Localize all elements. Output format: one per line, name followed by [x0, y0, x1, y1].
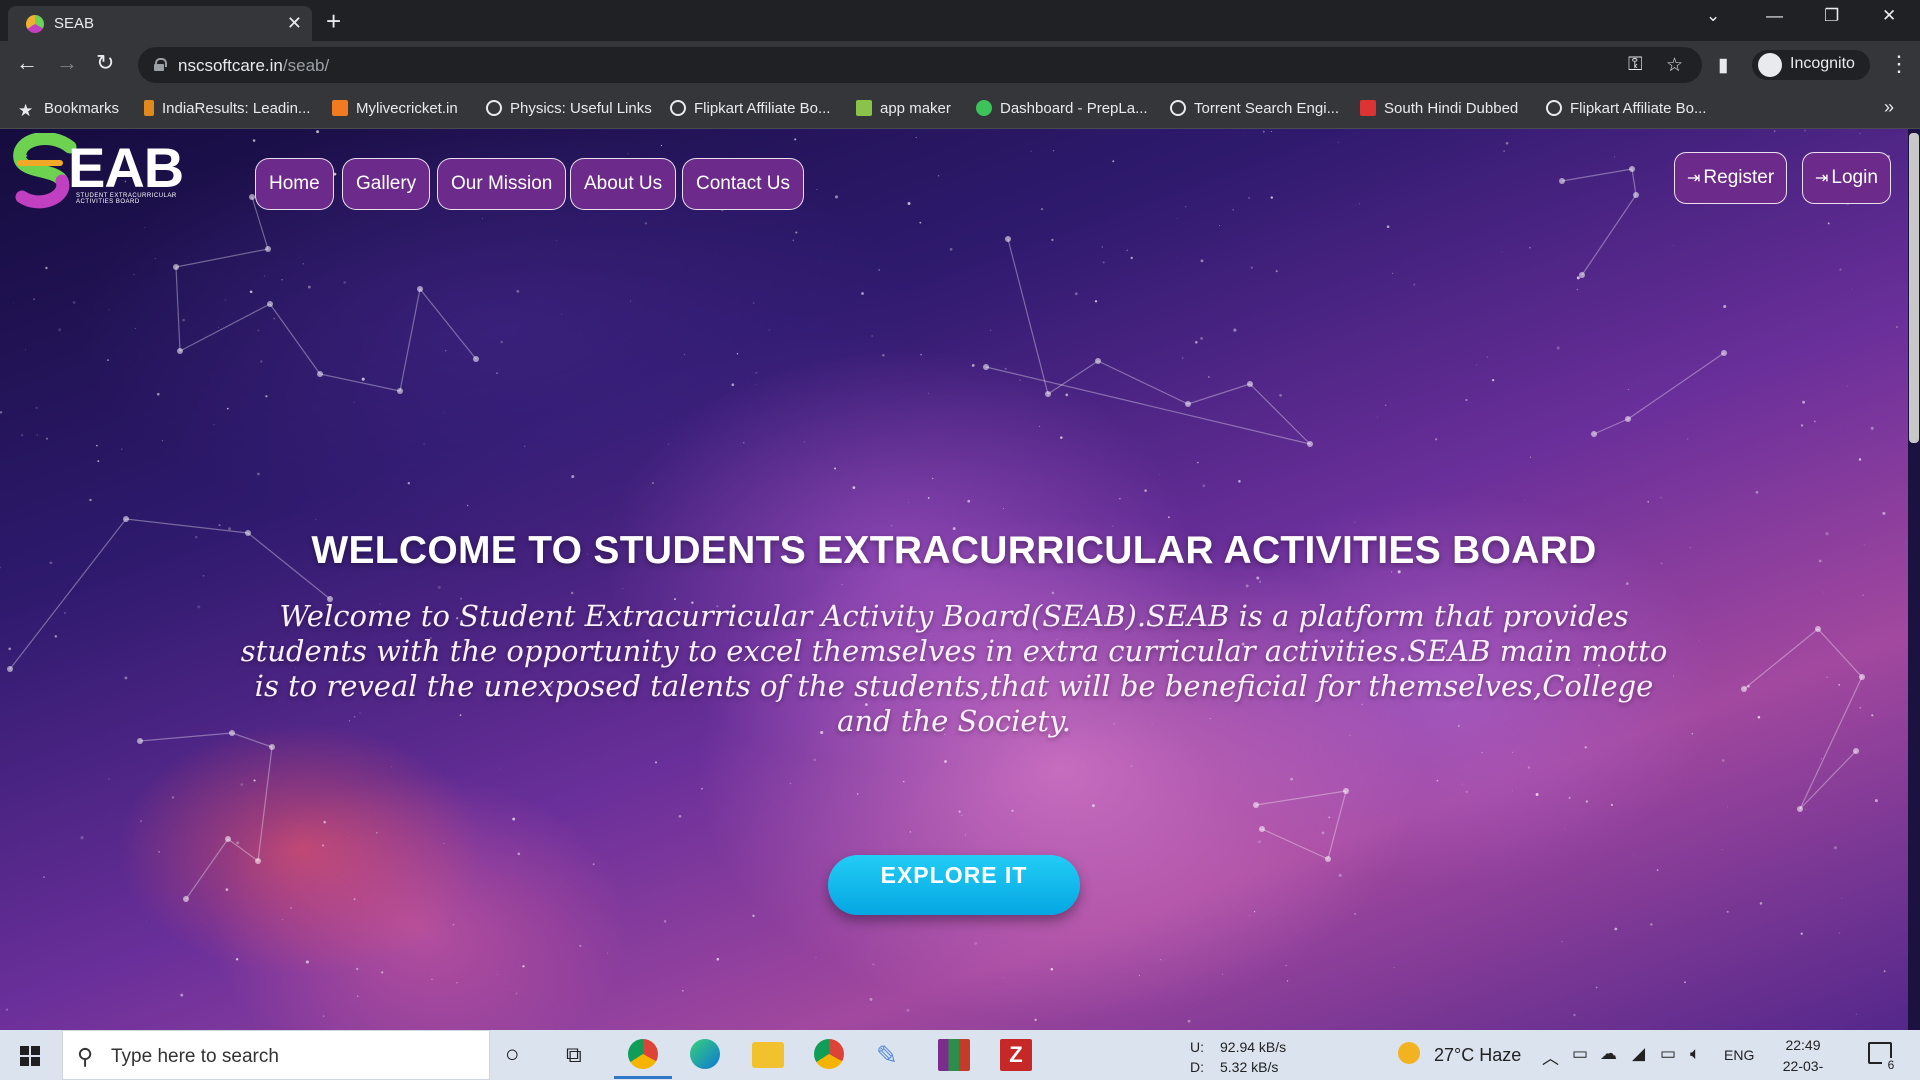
browser-tab[interactable]: SEAB ✕ [8, 6, 312, 41]
winrar-icon[interactable] [938, 1039, 970, 1071]
notification-count-badge: 6 [1882, 1058, 1900, 1074]
search-icon: ⚲ [77, 1044, 94, 1069]
battery-icon[interactable]: ▭ [1660, 1044, 1676, 1064]
seab-favicon-icon [26, 15, 44, 33]
back-icon[interactable]: ← [16, 51, 38, 75]
hero-title: WELCOME TO STUDENTS EXTRACURRICULAR ACTI… [311, 529, 1597, 572]
upload-speed: 92.94 kB/s [1220, 1039, 1287, 1055]
network-speed-meter: U: 92.94 kB/s D: 5.32 kB/s [1190, 1037, 1286, 1077]
register-label: Register [1703, 167, 1775, 188]
mylivecricket-icon [332, 100, 348, 116]
scrollbar-thumb[interactable] [1909, 133, 1919, 443]
sign-in-icon: ⇥ [1815, 170, 1829, 187]
login-button[interactable]: ⇥ Login [1802, 152, 1891, 204]
incognito-icon [1758, 53, 1782, 77]
paint-icon[interactable]: ✎ [876, 1039, 908, 1071]
indiaresults-icon [144, 100, 154, 116]
bookmarks-bar: ★ Bookmarks IndiaResults: Leadin... Myliv… [0, 89, 1920, 129]
url-text[interactable]: nscsoftcare.in/seab/ [178, 56, 329, 76]
bookmark-flipkart-affiliate-1[interactable]: Flipkart Affiliate Bo... [670, 100, 830, 117]
active-app-indicator [614, 1076, 672, 1079]
key-icon[interactable]: ⚿ [1628, 54, 1642, 76]
wifi-icon[interactable]: ◢ [1632, 1044, 1645, 1064]
browser-tab-bar: SEAB ✕ + ⌄ — ❐ ✕ [0, 0, 1920, 41]
close-tab-icon[interactable]: ✕ [287, 13, 302, 33]
taskbar-search-box[interactable]: ⚲ Type here to search [62, 1030, 490, 1080]
taskbar-clock[interactable]: 22:49 22-03-2022 [1768, 1035, 1838, 1080]
file-explorer-icon[interactable] [752, 1042, 784, 1068]
nav-home[interactable]: Home [255, 158, 334, 210]
clock-time: 22:49 [1785, 1037, 1821, 1053]
edge-icon[interactable] [690, 1039, 720, 1069]
reload-icon[interactable]: ↻ [96, 51, 114, 75]
logo-text: EAB [68, 136, 184, 199]
tab-search-chevron-icon[interactable]: ⌄ [1706, 6, 1720, 26]
incognito-profile-button[interactable]: Incognito [1752, 50, 1870, 80]
upload-label: U: [1190, 1039, 1204, 1055]
chrome-incognito-taskbar-icon[interactable] [628, 1039, 658, 1069]
bookmark-mylivecricket[interactable]: Mylivecricket.in [332, 100, 458, 117]
download-speed: 5.32 kB/s [1220, 1059, 1279, 1075]
register-button[interactable]: ⇥ Register [1674, 152, 1788, 204]
nav-about-us[interactable]: About Us [570, 158, 677, 210]
new-tab-icon[interactable]: + [326, 6, 341, 36]
onedrive-icon[interactable]: ☁ [1600, 1044, 1617, 1064]
show-hidden-icons-chevron-icon[interactable]: ︿ [1542, 1044, 1559, 1069]
bookmark-torrent-search[interactable]: Torrent Search Engi... [1170, 100, 1339, 117]
language-indicator[interactable]: ENG [1724, 1047, 1754, 1063]
bookmark-bookmarks[interactable]: ★ Bookmarks [18, 100, 119, 119]
bookmark-flipkart-affiliate-2[interactable]: Flipkart Affiliate Bo... [1546, 100, 1706, 117]
cortana-icon[interactable]: ○ [505, 1039, 537, 1071]
login-label: Login [1831, 167, 1878, 188]
weather-sun-icon[interactable] [1398, 1042, 1420, 1064]
windows-taskbar: ⚲ Type here to search ○ ⧉ ✎ Z U: 92.94 kB… [0, 1030, 1920, 1080]
globe-icon [1546, 100, 1562, 116]
meet-now-icon[interactable]: ▭ [1572, 1044, 1588, 1064]
address-bar[interactable]: nscsoftcare.in/seab/ ⚿ ☆ [138, 47, 1702, 83]
star-icon: ★ [18, 101, 34, 120]
restore-icon[interactable]: ❐ [1824, 6, 1839, 26]
task-view-icon[interactable]: ⧉ [566, 1039, 598, 1071]
bookmark-star-icon[interactable]: ☆ [1666, 54, 1683, 77]
search-placeholder: Type here to search [111, 1046, 279, 1067]
seab-logo[interactable]: EAB STUDENT EXTRACURRICULAR ACTIVITIES B… [10, 132, 210, 211]
hero-description: Welcome to Student Extracurricular Activ… [240, 599, 1668, 738]
more-bookmarks-icon[interactable]: » [1884, 97, 1894, 118]
minimize-icon[interactable]: — [1766, 6, 1783, 26]
forward-icon[interactable]: → [56, 51, 78, 75]
incognito-label: Incognito [1790, 55, 1855, 72]
south-hindi-icon [1360, 100, 1376, 116]
sign-in-icon: ⇥ [1687, 170, 1701, 187]
page-scrollbar[interactable] [1908, 129, 1920, 1030]
seab-page: EAB STUDENT EXTRACURRICULAR ACTIVITIES B… [0, 129, 1920, 1030]
clock-date: 22-03-2022 [1782, 1058, 1824, 1080]
preplane-icon [976, 100, 992, 116]
close-window-icon[interactable]: ✕ [1882, 6, 1896, 26]
explore-button[interactable]: EXPLORE IT [828, 855, 1080, 915]
volume-icon[interactable]: 🔈︎ [1690, 1044, 1700, 1064]
bookmark-south-hindi-dubbed[interactable]: South Hindi Dubbed [1360, 100, 1518, 117]
side-panel-icon[interactable]: ▮ [1718, 54, 1728, 77]
windows-start-icon[interactable] [20, 1046, 41, 1066]
browser-menu-icon[interactable]: ⋮ [1888, 51, 1910, 77]
nav-contact-us[interactable]: Contact Us [682, 158, 804, 210]
bookmark-app-maker[interactable]: app maker [856, 100, 951, 117]
tab-title: SEAB [54, 15, 95, 32]
browser-toolbar: ← → ↻ nscsoftcare.in/seab/ ⚿ ☆ ▮ Incogni… [0, 41, 1920, 89]
bookmark-preplane-dashboard[interactable]: Dashboard - PrepLa... [976, 100, 1148, 117]
download-label: D: [1190, 1059, 1204, 1075]
filezilla-icon[interactable]: Z [1000, 1039, 1032, 1071]
bookmark-indiaresults[interactable]: IndiaResults: Leadin... [144, 100, 310, 117]
weather-widget[interactable]: 27°C Haze [1434, 1045, 1521, 1066]
bookmark-physics-links[interactable]: Physics: Useful Links [486, 100, 652, 117]
nav-our-mission[interactable]: Our Mission [437, 158, 567, 210]
lock-icon[interactable] [154, 58, 167, 71]
globe-icon [486, 100, 502, 116]
logo-tagline: STUDENT EXTRACURRICULAR ACTIVITIES BOARD [76, 193, 177, 205]
chrome-icon[interactable] [814, 1039, 844, 1069]
nav-gallery[interactable]: Gallery [342, 158, 431, 210]
app-maker-icon [856, 100, 872, 116]
globe-icon [1170, 100, 1186, 116]
globe-icon [670, 100, 686, 116]
